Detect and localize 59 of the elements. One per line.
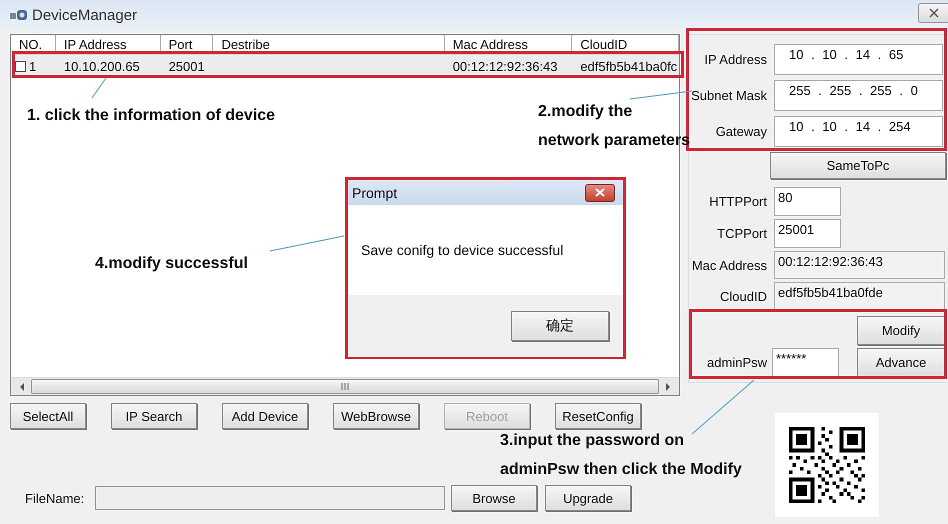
action-button[interactable]: Add Device bbox=[222, 403, 308, 429]
annotation-text: 4.modify successful bbox=[95, 254, 248, 274]
dialog-title: Prompt bbox=[352, 184, 398, 200]
text-field[interactable]: 25001 bbox=[774, 219, 841, 248]
leader-line bbox=[692, 380, 754, 434]
admin-button[interactable]: Modify bbox=[857, 316, 945, 345]
action-button[interactable]: ResetConfig bbox=[555, 403, 641, 429]
file-button[interactable]: Upgrade bbox=[545, 485, 631, 511]
action-button[interactable]: SelectAll bbox=[10, 403, 86, 429]
file-button[interactable]: Browse bbox=[451, 485, 537, 511]
table-cell: 00:12:12:92:36:43 bbox=[452, 58, 558, 74]
action-button[interactable]: WebBrowse bbox=[333, 403, 419, 429]
field-label: Subnet Mask bbox=[690, 88, 767, 103]
file-name-label: FileName: bbox=[24, 490, 86, 506]
leader-line bbox=[630, 90, 692, 100]
action-button[interactable]: IP Search bbox=[111, 403, 197, 429]
column-header[interactable]: Port bbox=[160, 35, 214, 54]
table-cell: 1 bbox=[29, 58, 36, 74]
column-header[interactable]: NO. bbox=[11, 35, 56, 54]
column-header[interactable]: IP Address bbox=[56, 35, 161, 54]
table-cell: 25001 bbox=[168, 58, 205, 74]
column-header[interactable]: CloudID bbox=[572, 35, 680, 54]
annotation-text: 1. click the information of device bbox=[27, 106, 276, 126]
field-label: HTTPPort bbox=[708, 194, 767, 209]
field-label: Mac Address bbox=[690, 258, 767, 272]
text-field[interactable]: edf5fb5b41ba0fde bbox=[774, 282, 945, 310]
table-cell: edf5fb5b41ba0fc bbox=[580, 58, 678, 74]
same-to-pc-button[interactable]: SameToPc bbox=[770, 152, 946, 179]
text-field[interactable]: 80 bbox=[774, 187, 841, 216]
field-label: adminPsw bbox=[706, 355, 767, 370]
ip-field[interactable]: 255 . 255 . 255 . 0 bbox=[774, 80, 943, 111]
file-name-field[interactable] bbox=[95, 486, 445, 510]
column-header[interactable]: Destribe bbox=[213, 35, 445, 54]
field-label: IP Address bbox=[703, 52, 767, 67]
admin-button[interactable]: Advance bbox=[857, 348, 945, 377]
close-button[interactable] bbox=[918, 3, 948, 23]
leader-line bbox=[92, 78, 106, 98]
scroll-thumb[interactable] bbox=[31, 379, 659, 394]
field-label: Gateway bbox=[714, 124, 767, 139]
checkbox[interactable] bbox=[15, 60, 26, 72]
text-field[interactable]: 00:12:12:92:36:43 bbox=[774, 251, 945, 279]
device-row[interactable]: 1 10.10.200.65 25001 00:12:12:92:36:43 edf5fb5b41ba0fc bbox=[11, 55, 679, 77]
window-title: DeviceManager bbox=[32, 6, 138, 24]
ip-field[interactable]: 10 . 10 . 14 . 254 bbox=[774, 116, 943, 147]
table-cell: 10.10.200.65 bbox=[64, 58, 140, 74]
field-label: TCPPort bbox=[716, 226, 767, 241]
scroll-left-icon[interactable] bbox=[19, 382, 25, 390]
field-label: CloudID bbox=[719, 288, 767, 304]
app-icon bbox=[10, 9, 28, 21]
dialog-message: Save conifg to device successful bbox=[361, 242, 564, 258]
close-button[interactable] bbox=[585, 184, 615, 202]
scroll-right-icon[interactable] bbox=[665, 382, 671, 390]
ok-button[interactable]: 确定 bbox=[511, 311, 609, 341]
password-field[interactable]: ****** bbox=[772, 348, 839, 377]
ip-field[interactable]: 10 . 10 . 14 . 65 bbox=[774, 44, 943, 75]
close-icon[interactable] bbox=[928, 8, 938, 18]
horizontal-scrollbar[interactable] bbox=[11, 377, 679, 395]
column-header[interactable]: Mac Address bbox=[444, 35, 572, 54]
annotation-text: 3.input the password on adminPsw then click the Modify bbox=[500, 431, 742, 480]
